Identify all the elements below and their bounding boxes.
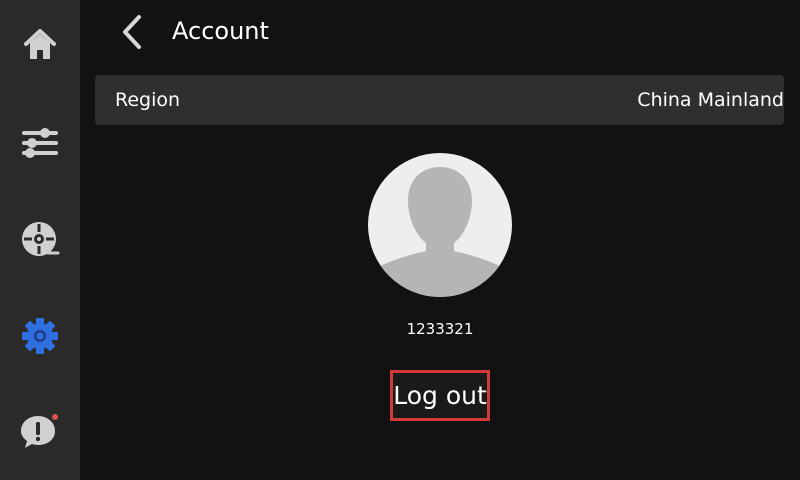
user-id: 1233321 [406,320,474,338]
main-panel: Account Region China Mainland 1233321 Lo… [80,0,800,480]
region-setting-row[interactable]: Region China Mainland [95,75,784,125]
sidebar-item-settings[interactable] [0,296,80,376]
logout-label: Log out [393,380,487,410]
help-chat-icon [21,414,58,448]
sidebar-item-home[interactable] [0,5,80,85]
sidebar-item-filament[interactable] [0,200,80,280]
home-icon [24,29,56,59]
notification-dot [52,414,58,420]
avatar [368,153,512,297]
sidebar-item-help[interactable] [0,392,80,472]
gear-icon [22,318,58,354]
sliders-icon [22,128,58,158]
back-button[interactable] [114,10,150,54]
user-silhouette-icon [378,167,502,297]
logout-button[interactable]: Log out [390,370,490,421]
region-label: Region [115,89,181,111]
header: Account [80,0,800,64]
page-title: Account [172,17,269,45]
sidebar-item-controls[interactable] [0,103,80,183]
sidebar [0,0,80,480]
filament-spool-icon [22,222,60,256]
region-value: China Mainland [637,89,784,111]
chevron-left-icon [123,15,141,49]
app-window: Account Region China Mainland 1233321 Lo… [0,0,800,480]
